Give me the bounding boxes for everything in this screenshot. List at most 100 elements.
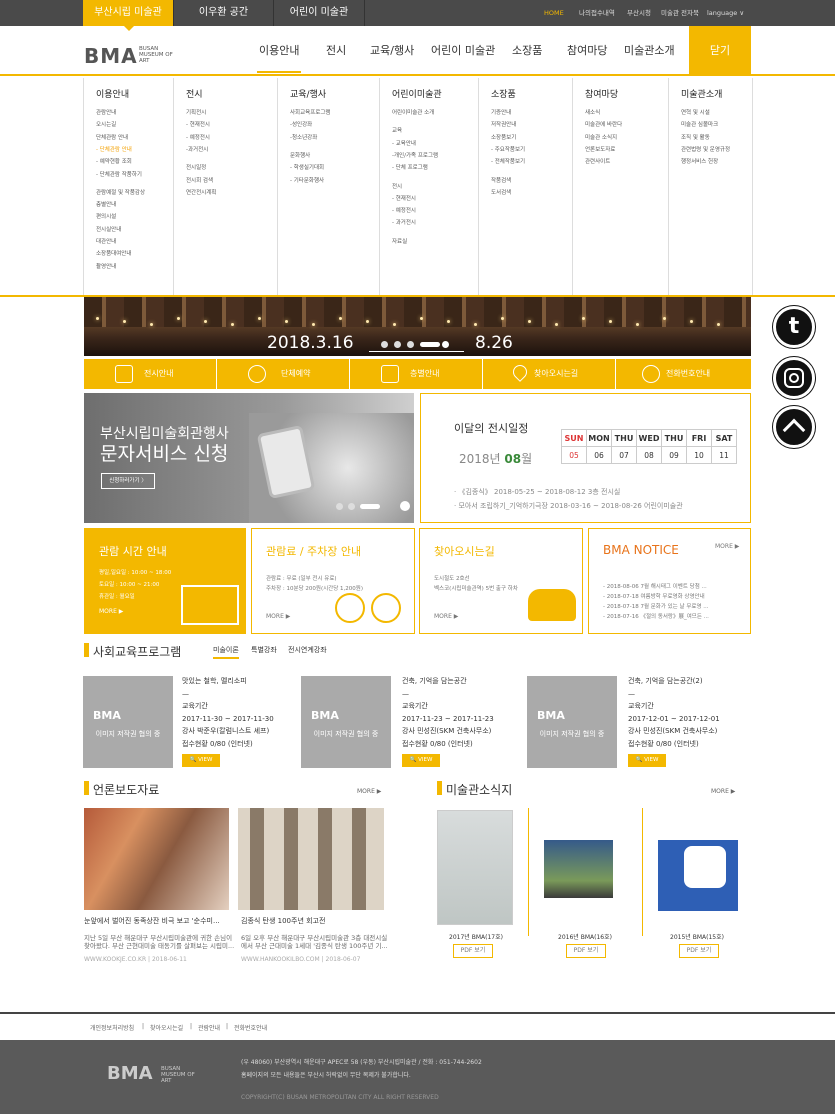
slider-dot-active[interactable]: [360, 504, 380, 509]
util-ebook-link[interactable]: 미술관 전자북: [661, 0, 699, 26]
mega-menu-item[interactable]: 미술관에 바란다: [585, 120, 622, 128]
mega-column-title[interactable]: 이용안내: [96, 87, 129, 100]
mega-menu-item[interactable]: 어린이미술관 소개: [392, 108, 434, 116]
mega-menu-item[interactable]: 소장품보기: [491, 133, 516, 141]
slider-dot[interactable]: [348, 503, 355, 510]
mega-menu-item[interactable]: 미술관 소식지: [585, 133, 617, 141]
mega-column-title[interactable]: 소장품: [491, 87, 516, 100]
press-more-link[interactable]: MORE ▶: [357, 788, 381, 795]
phone-guide-link[interactable]: 전화번호안내: [234, 1023, 267, 1032]
notice-item[interactable]: - 2018-07-16 《절의 동서랑》展_여므든 ...: [603, 612, 709, 620]
view-button[interactable]: 🔍 VIEW: [182, 754, 220, 767]
mega-menu-item[interactable]: 관람안내: [96, 108, 116, 116]
mega-menu-item[interactable]: 언론보도자료: [585, 145, 615, 153]
quick-floor-guide[interactable]: 층별안내: [350, 359, 483, 389]
privacy-policy-link[interactable]: 개인정보처리방침: [90, 1023, 134, 1032]
calendar-day[interactable]: 10: [686, 446, 712, 464]
mega-menu-item[interactable]: 단체관람 안내: [96, 133, 128, 141]
mega-menu-item[interactable]: 작품검색: [491, 176, 511, 184]
mega-menu-item[interactable]: - 단체 프로그램: [392, 163, 428, 171]
mega-menu-item[interactable]: 편의시설: [96, 212, 116, 220]
mega-menu-item[interactable]: - 과거전시: [392, 218, 416, 226]
gnb-about[interactable]: 미술관소개: [624, 42, 675, 58]
gnb-education[interactable]: 교육/행사: [370, 42, 414, 58]
quick-group-reservation[interactable]: 단체예약: [217, 359, 350, 389]
slider-dot[interactable]: [407, 341, 414, 348]
edu-program-title[interactable]: 건축, 기억을 담는공간: [402, 675, 467, 688]
gnb-children-museum[interactable]: 어린이 미술관: [431, 42, 495, 58]
mega-column-title[interactable]: 참여마당: [585, 87, 618, 100]
edu-program-image[interactable]: BMA 이미지 저작권 협의 중: [527, 676, 617, 768]
mega-menu-item[interactable]: 문화행사: [290, 151, 310, 159]
mega-menu-item[interactable]: 저작권안내: [491, 120, 516, 128]
slider-dot[interactable]: [336, 503, 343, 510]
mega-menu-item[interactable]: -성인강좌: [290, 120, 312, 128]
mega-menu-item[interactable]: - 현재전시: [392, 194, 416, 202]
notice-item[interactable]: - 2018-07-18 여름방학 무료영화 상영안내: [603, 592, 705, 600]
quick-directions[interactable]: 찾아오시는길: [483, 359, 616, 389]
mega-menu-item[interactable]: 관련사이트: [585, 157, 610, 165]
mega-column-title[interactable]: 전시: [186, 87, 203, 100]
mega-menu-item[interactable]: 교육: [392, 126, 402, 134]
mega-menu-item[interactable]: -개인/가족 프로그램: [392, 151, 438, 159]
press-image-1[interactable]: [84, 808, 229, 910]
quick-exhibition-info[interactable]: 전시안내: [84, 359, 217, 389]
visit-guide-link[interactable]: 관람안내: [198, 1023, 220, 1032]
mega-column-title[interactable]: 미술관소개: [681, 87, 722, 100]
view-button[interactable]: 🔍 VIEW: [628, 754, 666, 767]
language-select[interactable]: language ∨: [707, 0, 744, 26]
hours-box[interactable]: 관람 시간 안내 평일,일요일 : 10:00 ~ 18:00 토요일 : 10…: [84, 528, 246, 634]
mega-menu-item[interactable]: 오시는길: [96, 120, 116, 128]
mega-menu-item[interactable]: -청소년강좌: [290, 133, 317, 141]
edu-program-title[interactable]: 맛있는 철학, 멜리소피: [182, 675, 247, 688]
pdf-view-button[interactable]: PDF 보기: [453, 944, 493, 958]
mega-menu-item[interactable]: 전시: [392, 182, 402, 190]
mega-menu-item[interactable]: 관람예절 및 작품감상: [96, 188, 145, 196]
mega-column-title[interactable]: 어린이미술관: [392, 87, 442, 100]
site-logo[interactable]: BMA BUSAN MUSEUM OF ART: [84, 44, 173, 68]
view-button[interactable]: 🔍 VIEW: [402, 754, 440, 767]
mega-menu-item[interactable]: - 교육안내: [392, 139, 416, 147]
mega-menu-item[interactable]: - 현재전시: [186, 120, 210, 128]
gnb-participation[interactable]: 참여마당: [567, 42, 607, 58]
tab-special-lecture[interactable]: 특별강좌: [251, 645, 277, 655]
mega-menu-item[interactable]: - 예정전시: [392, 206, 416, 214]
mega-menu-item[interactable]: - 예약현황 조회: [96, 157, 132, 165]
hours-more-link[interactable]: MORE ▶: [99, 608, 123, 615]
mega-menu-item[interactable]: - 예정전시: [186, 133, 210, 141]
gnb-exhibition[interactable]: 전시: [326, 42, 346, 58]
promo-apply-button[interactable]: 신청하러가기 〉: [101, 473, 155, 489]
press-image-2[interactable]: [238, 808, 384, 910]
mega-menu-item[interactable]: 조직 및 활동: [681, 133, 710, 141]
mega-menu-item[interactable]: 행정서비스 헌장: [681, 157, 718, 165]
directions-link[interactable]: 찾아오시는길: [150, 1023, 183, 1032]
mega-menu-item[interactable]: 층별안내: [96, 200, 116, 208]
mega-menu-item[interactable]: 기증안내: [491, 108, 511, 116]
slider-dot[interactable]: [442, 341, 449, 348]
newsletter-more-link[interactable]: MORE ▶: [711, 788, 735, 795]
mega-menu-item[interactable]: 새소식: [585, 108, 600, 116]
util-city-hall-link[interactable]: 부산시청: [627, 0, 651, 26]
edu-program-title[interactable]: 건축, 기억을 담는공간(2): [628, 675, 703, 688]
calendar-day[interactable]: 08: [636, 446, 662, 464]
newsletter-cover-2015[interactable]: [658, 840, 738, 911]
gnb-usage-guide[interactable]: 이용안내: [257, 42, 302, 73]
pdf-view-button[interactable]: PDF 보기: [566, 944, 606, 958]
instagram-icon[interactable]: [773, 357, 815, 399]
edu-program-image[interactable]: BMA 이미지 저작권 협의 중: [301, 676, 391, 768]
mega-menu-item[interactable]: 사회교육프로그램: [290, 108, 330, 116]
promo-banner[interactable]: 부산시립미술회관행사 문자서비스 신청 신청하러가기 〉: [84, 393, 414, 523]
fee-parking-box[interactable]: 관람료 / 주차장 안내 관람료 : 무료 (일부 전시 유료) 주차장 : 1…: [251, 528, 415, 634]
mega-menu-item[interactable]: 자료실: [392, 237, 407, 245]
site-tab-leeufan[interactable]: 이우환 공간: [174, 0, 274, 26]
site-tab-busan-museum[interactable]: 부산시립 미술관: [83, 0, 174, 31]
directions-more-link[interactable]: MORE ▶: [434, 613, 458, 620]
pdf-view-button[interactable]: PDF 보기: [679, 944, 719, 958]
notice-item[interactable]: - 2018-08-06 7월 해시태그 이벤트 당첨 ...: [603, 582, 707, 590]
newsletter-cover-2016[interactable]: [544, 840, 613, 898]
calendar-day[interactable]: 07: [611, 446, 637, 464]
mega-menu-item[interactable]: -과거전시: [186, 145, 208, 153]
util-my-receipts-link[interactable]: 나의접수내역: [579, 0, 615, 26]
edu-program-image[interactable]: BMA 이미지 저작권 협의 중: [83, 676, 173, 768]
scroll-top-icon[interactable]: [773, 406, 815, 448]
